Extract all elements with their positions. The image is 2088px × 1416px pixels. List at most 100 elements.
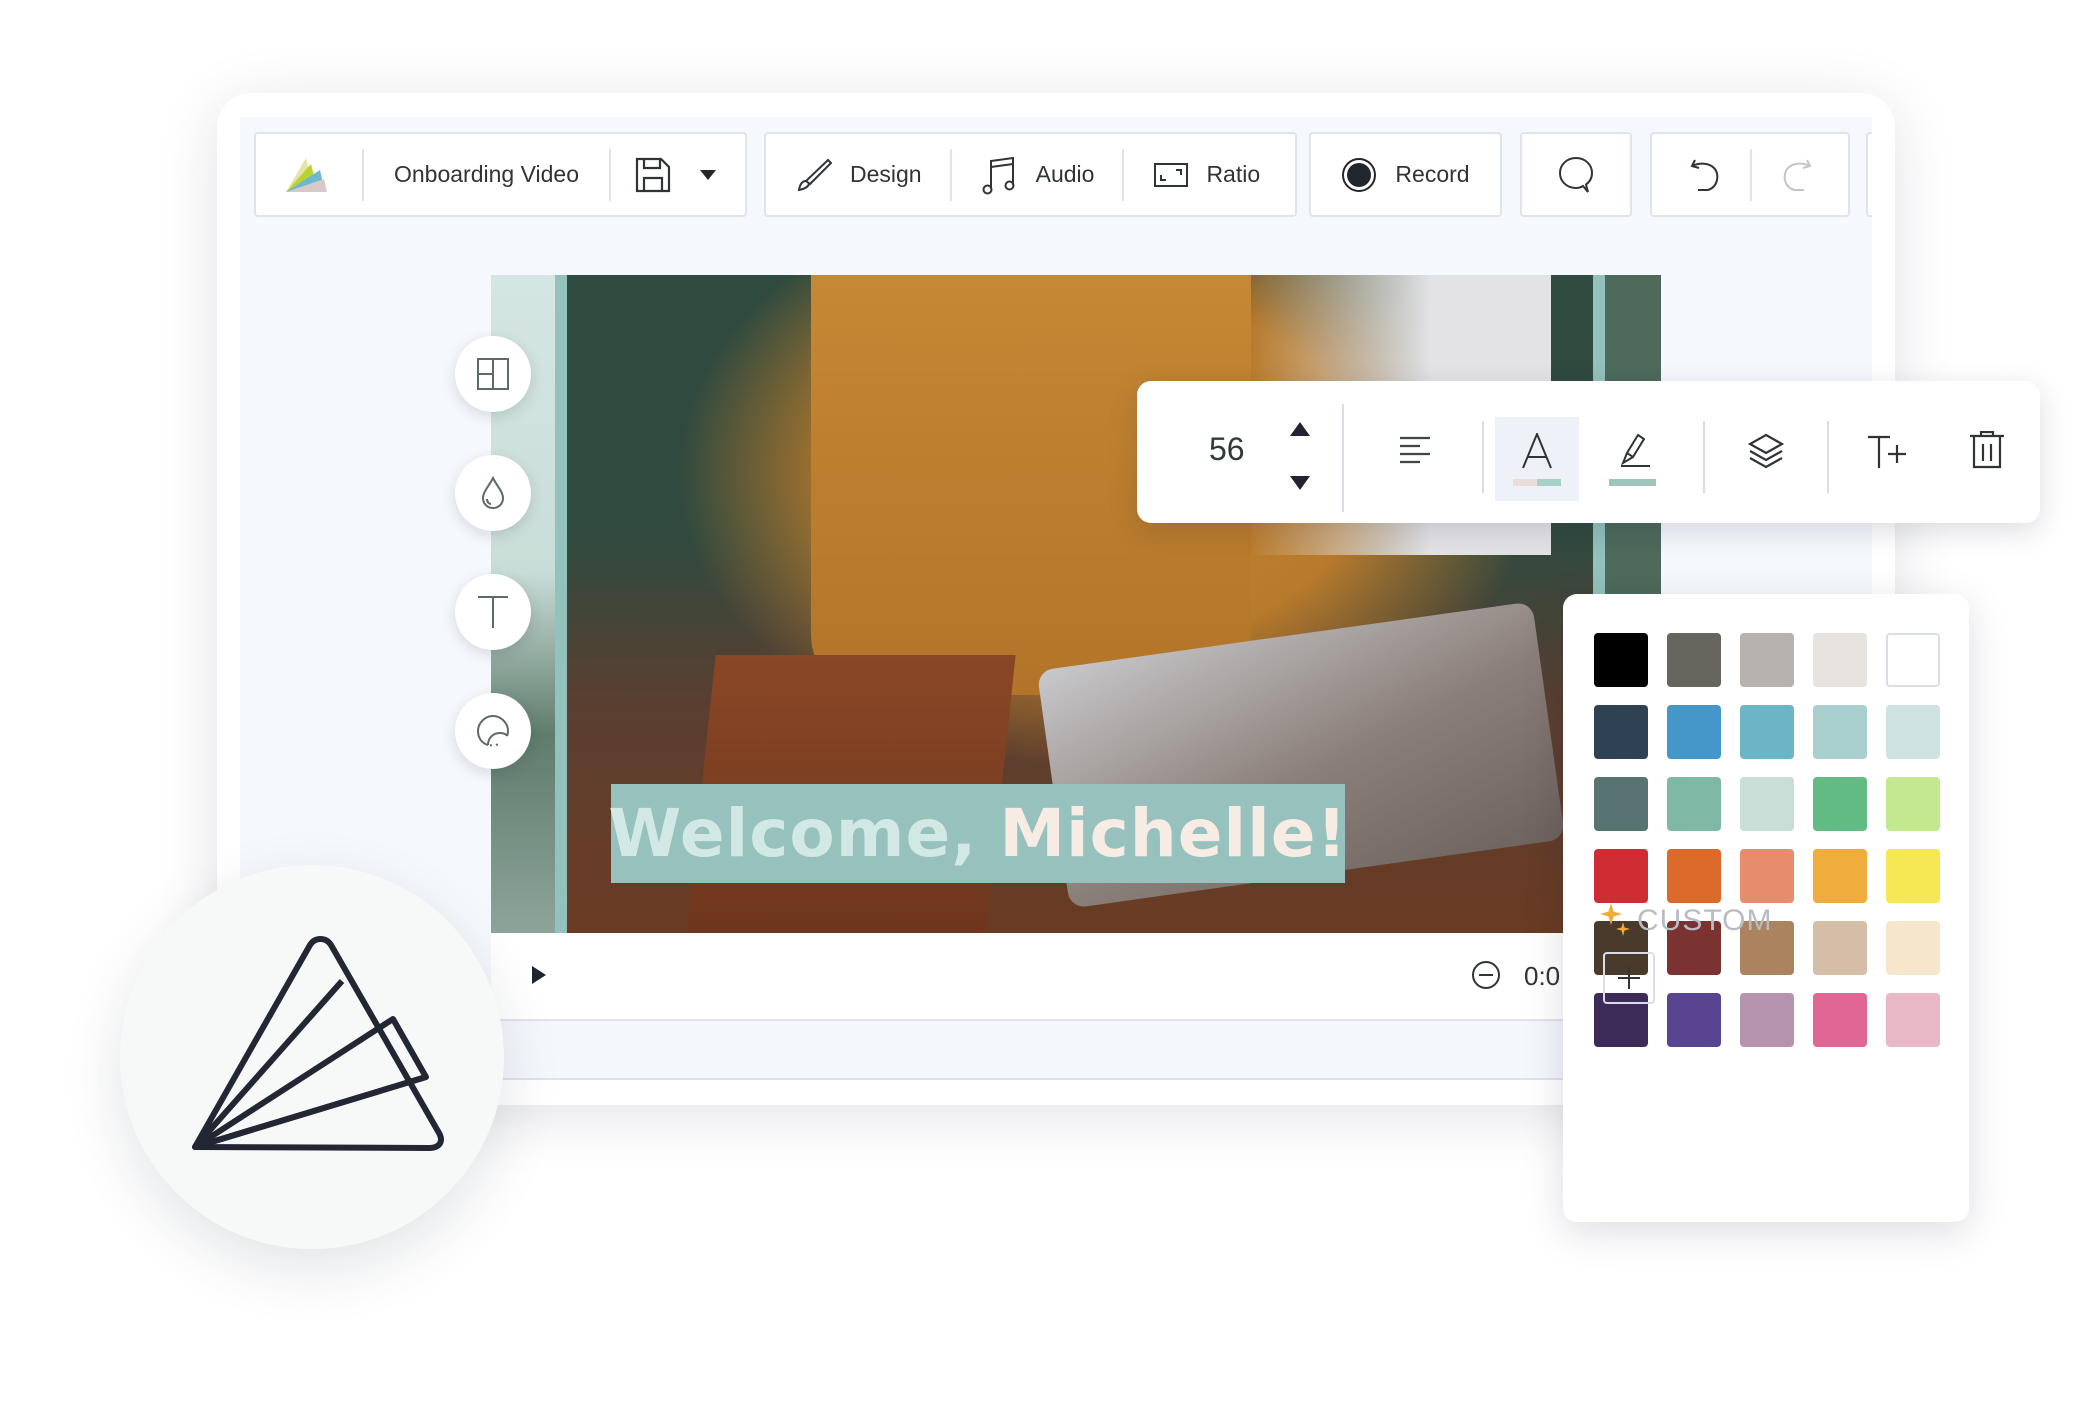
delete-button[interactable] bbox=[1969, 430, 2005, 474]
highlight-color-button[interactable] bbox=[1595, 417, 1679, 501]
redo-button[interactable] bbox=[1752, 134, 1842, 215]
align-left-icon bbox=[1400, 436, 1430, 464]
paintbrush-icon bbox=[796, 157, 832, 193]
play-button[interactable] bbox=[531, 965, 547, 990]
add-text-button[interactable] bbox=[1867, 435, 1907, 474]
ratio-button[interactable]: Ratio bbox=[1124, 134, 1288, 215]
font-color-a-icon bbox=[1522, 433, 1552, 469]
font-size-decrease-button[interactable] bbox=[1289, 475, 1311, 496]
layers-button[interactable] bbox=[1747, 433, 1785, 474]
layers-icon bbox=[1747, 433, 1785, 469]
color-swatch[interactable] bbox=[1886, 921, 1940, 975]
layout-button[interactable] bbox=[455, 336, 531, 412]
color-swatch[interactable] bbox=[1740, 705, 1794, 759]
minus-circle-icon bbox=[1472, 961, 1500, 989]
zoom-out-button[interactable] bbox=[1471, 960, 1501, 995]
plus-icon bbox=[1618, 967, 1640, 989]
color-swatch[interactable] bbox=[1594, 705, 1648, 759]
play-icon bbox=[532, 966, 546, 984]
speech-bubble-icon bbox=[1558, 156, 1594, 194]
design-button[interactable]: Design bbox=[766, 134, 950, 215]
comments-button[interactable] bbox=[1520, 132, 1632, 217]
time-readout: 0:0 bbox=[1524, 961, 1561, 991]
separator bbox=[1703, 421, 1705, 493]
project-title-text: Onboarding Video bbox=[394, 161, 579, 187]
color-swatch[interactable] bbox=[1667, 705, 1721, 759]
color-swatch[interactable] bbox=[1667, 777, 1721, 831]
redo-icon bbox=[1782, 157, 1812, 193]
sticker-button[interactable] bbox=[455, 693, 531, 769]
separator bbox=[1827, 421, 1829, 493]
brand-logo-badge bbox=[120, 865, 504, 1249]
color-swatch[interactable] bbox=[1813, 705, 1867, 759]
color-swatch[interactable] bbox=[1740, 849, 1794, 903]
record-label: Record bbox=[1395, 161, 1470, 187]
font-size-value[interactable]: 56 bbox=[1209, 431, 1245, 468]
layout-grid-icon bbox=[477, 358, 509, 390]
ratio-label: Ratio bbox=[1206, 161, 1261, 187]
text-plus-icon bbox=[1868, 435, 1906, 468]
color-swatch[interactable] bbox=[1886, 993, 1940, 1047]
project-title[interactable]: Onboarding Video bbox=[364, 134, 609, 215]
audio-button[interactable]: Audio bbox=[952, 134, 1123, 215]
color-swatch[interactable] bbox=[1594, 849, 1648, 903]
highlighter-icon bbox=[1620, 433, 1650, 467]
text-color-indicator-left bbox=[1513, 479, 1537, 486]
video-canvas[interactable]: Welcome, Michelle! bbox=[491, 275, 1661, 933]
music-note-icon bbox=[982, 155, 1018, 195]
caption-word-welcome: Welcome, bbox=[608, 795, 978, 872]
custom-section-header: CUSTOM bbox=[1599, 902, 1772, 940]
trash-icon bbox=[1970, 430, 2004, 469]
color-swatch[interactable] bbox=[1667, 633, 1721, 687]
separator bbox=[1482, 421, 1484, 493]
record-content: Record bbox=[1341, 134, 1470, 215]
save-button[interactable] bbox=[611, 134, 741, 215]
text-t-icon bbox=[478, 596, 508, 628]
app-logo[interactable] bbox=[256, 134, 362, 215]
font-size-increase-button[interactable] bbox=[1289, 421, 1311, 442]
color-swatch[interactable] bbox=[1667, 993, 1721, 1047]
text-button[interactable] bbox=[455, 574, 531, 650]
toolbar-group-overflow bbox=[1866, 132, 1872, 217]
text-color-button[interactable] bbox=[1495, 417, 1579, 501]
add-custom-color-button[interactable] bbox=[1603, 952, 1655, 1004]
color-swatch[interactable] bbox=[1813, 993, 1867, 1047]
separator bbox=[1342, 404, 1344, 512]
color-swatch[interactable] bbox=[1886, 705, 1940, 759]
color-swatch[interactable] bbox=[1594, 777, 1648, 831]
align-button[interactable] bbox=[1399, 436, 1431, 469]
save-floppy-icon bbox=[635, 157, 671, 193]
color-swatch[interactable] bbox=[1886, 633, 1940, 687]
save-dropdown-caret-icon[interactable] bbox=[699, 169, 717, 181]
edit-toolbar-group: Design Audio Ratio bbox=[764, 132, 1297, 217]
triangle-up-icon bbox=[1290, 422, 1310, 436]
caption-word-name: Michelle! bbox=[999, 795, 1348, 872]
color-swatch[interactable] bbox=[1740, 777, 1794, 831]
caption-textbox[interactable]: Welcome, Michelle! bbox=[608, 784, 1348, 883]
color-swatch[interactable] bbox=[1813, 849, 1867, 903]
custom-label: CUSTOM bbox=[1637, 904, 1773, 937]
left-frame-border bbox=[555, 275, 567, 933]
record-button[interactable]: Record bbox=[1309, 132, 1502, 217]
triangle-down-icon bbox=[1290, 476, 1310, 490]
project-toolbar-group: Onboarding Video bbox=[254, 132, 747, 217]
color-button[interactable] bbox=[455, 455, 531, 531]
sparkle-icon bbox=[1600, 903, 1630, 936]
design-label: Design bbox=[850, 161, 922, 187]
color-swatch[interactable] bbox=[1740, 993, 1794, 1047]
audio-label: Audio bbox=[1035, 161, 1095, 187]
color-swatch[interactable] bbox=[1667, 849, 1721, 903]
color-swatch[interactable] bbox=[1594, 633, 1648, 687]
color-swatch[interactable] bbox=[1740, 633, 1794, 687]
timeline-strip[interactable] bbox=[491, 1021, 1661, 1080]
text-color-indicator-right bbox=[1537, 479, 1561, 486]
color-swatch[interactable] bbox=[1813, 921, 1867, 975]
color-swatch[interactable] bbox=[1813, 633, 1867, 687]
color-swatch[interactable] bbox=[1886, 777, 1940, 831]
playback-bar: 0:0 bbox=[491, 933, 1661, 1021]
color-swatch[interactable] bbox=[1886, 849, 1940, 903]
color-swatch[interactable] bbox=[1813, 777, 1867, 831]
undo-button[interactable] bbox=[1652, 134, 1750, 215]
aspect-ratio-icon bbox=[1154, 162, 1189, 187]
animoto-logo-icon bbox=[284, 156, 328, 194]
